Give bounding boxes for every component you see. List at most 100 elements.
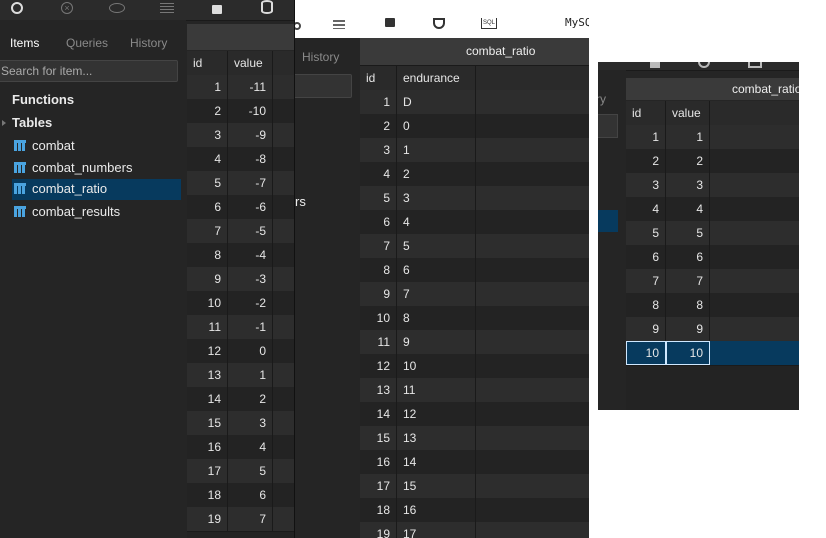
- table-cell[interactable]: -7: [228, 171, 273, 195]
- tree-item-fragment[interactable]: rs: [295, 194, 306, 209]
- sidebar-item-combat[interactable]: combat: [14, 136, 174, 156]
- table-row[interactable]: 7 -5: [187, 219, 294, 244]
- table-cell[interactable]: 4: [187, 147, 228, 171]
- table-row[interactable]: 86: [360, 258, 589, 283]
- sidebar-item-combat-results[interactable]: combat_results: [14, 202, 174, 222]
- table-cell[interactable]: 1: [228, 363, 273, 387]
- table-row[interactable]: 42: [360, 162, 589, 187]
- table-cell[interactable]: 7: [187, 219, 228, 243]
- table-cell[interactable]: -2: [228, 291, 273, 315]
- table-cell[interactable]: 19: [187, 507, 228, 531]
- table-row[interactable]: 3 -9: [187, 123, 294, 148]
- table-row[interactable]: 10 -2: [187, 291, 294, 316]
- section-tables[interactable]: Tables: [2, 113, 52, 133]
- table-cell[interactable]: 4: [666, 197, 710, 221]
- table-row[interactable]: 1 -11: [187, 75, 294, 100]
- database-icon[interactable]: [261, 0, 273, 14]
- table-cell[interactable]: 10: [626, 341, 666, 365]
- lock-icon[interactable]: [650, 62, 660, 68]
- table-cell[interactable]: 18: [187, 483, 228, 507]
- table-row[interactable]: 22: [626, 149, 799, 174]
- selected-item-fragment[interactable]: [598, 210, 618, 232]
- database-icon[interactable]: [698, 62, 710, 68]
- table-row[interactable]: 44: [626, 197, 799, 222]
- table-cell[interactable]: 10: [666, 341, 710, 365]
- collapse-arrow-icon[interactable]: [2, 120, 6, 126]
- sidebar-item-combat-numbers[interactable]: combat_numbers: [14, 158, 174, 178]
- close-circle-icon[interactable]: ×: [61, 2, 73, 14]
- table-row[interactable]: 19 7: [187, 507, 294, 532]
- table-row[interactable]: 8 -4: [187, 243, 294, 268]
- table-cell[interactable]: 9: [187, 267, 228, 291]
- history-tab[interactable]: History: [302, 50, 339, 64]
- table-row[interactable]: 9 -3: [187, 267, 294, 292]
- sql-icon[interactable]: [748, 62, 762, 68]
- table-cell[interactable]: 3: [397, 186, 476, 210]
- table-cell[interactable]: -10: [228, 99, 273, 123]
- table-cell[interactable]: 4: [397, 210, 476, 234]
- table-cell[interactable]: -8: [228, 147, 273, 171]
- table-cell[interactable]: 2: [666, 149, 710, 173]
- table-row[interactable]: 2 -10: [187, 99, 294, 124]
- table-row[interactable]: 15 3: [187, 411, 294, 436]
- tab-queries[interactable]: Queries: [66, 36, 108, 50]
- table-cell[interactable]: 6: [187, 195, 228, 219]
- table-cell[interactable]: 4: [228, 435, 273, 459]
- table-cell[interactable]: 12: [360, 354, 397, 378]
- table-cell[interactable]: 2: [228, 387, 273, 411]
- table-cell[interactable]: 5: [360, 186, 397, 210]
- table-cell[interactable]: 16: [187, 435, 228, 459]
- column-header-value[interactable]: value: [228, 51, 273, 75]
- table-row[interactable]: 10 10: [626, 341, 799, 366]
- table-row[interactable]: 77: [626, 269, 799, 294]
- table-row[interactable]: 31: [360, 138, 589, 163]
- table-cell[interactable]: 1: [360, 90, 397, 114]
- table-cell[interactable]: 7: [666, 269, 710, 293]
- search-input[interactable]: Search for item...: [0, 60, 178, 82]
- table-cell[interactable]: 9: [626, 317, 666, 341]
- table-cell[interactable]: 11: [360, 330, 397, 354]
- table-cell[interactable]: 2: [626, 149, 666, 173]
- column-header-value[interactable]: value: [666, 101, 710, 125]
- table-cell[interactable]: -4: [228, 243, 273, 267]
- search-input-fragment[interactable]: [295, 74, 352, 98]
- tab-items[interactable]: Items: [10, 36, 39, 50]
- list-icon[interactable]: [333, 20, 345, 29]
- table-cell[interactable]: 7: [626, 269, 666, 293]
- table-row[interactable]: 53: [360, 186, 589, 211]
- middle-data-grid[interactable]: id endurance 1 D 2 0 3 1 4 2 5 3 6 4 7 5 8 6 9 7 10 8 11 9 12 10 1…: [360, 66, 589, 538]
- table-cell[interactable]: 12: [397, 402, 476, 426]
- table-cell[interactable]: -3: [228, 267, 273, 291]
- table-cell[interactable]: 3: [626, 173, 666, 197]
- search-input-fragment[interactable]: [598, 114, 618, 138]
- table-cell[interactable]: 8: [187, 243, 228, 267]
- table-row[interactable]: 13 11: [360, 378, 589, 403]
- table-cell[interactable]: 1: [187, 75, 228, 99]
- table-cell[interactable]: 7: [360, 234, 397, 258]
- table-cell[interactable]: 6: [626, 245, 666, 269]
- table-row[interactable]: 14 12: [360, 402, 589, 427]
- column-header-id[interactable]: id: [187, 51, 228, 75]
- history-tab-fragment[interactable]: ry: [598, 92, 606, 106]
- table-row[interactable]: 19 17: [360, 522, 589, 538]
- table-cell[interactable]: 19: [360, 522, 397, 538]
- table-cell[interactable]: 3: [360, 138, 397, 162]
- table-cell[interactable]: 15: [360, 426, 397, 450]
- table-cell[interactable]: 0: [228, 339, 273, 363]
- table-row[interactable]: 33: [626, 173, 799, 198]
- table-cell[interactable]: 15: [397, 474, 476, 498]
- table-cell[interactable]: 7: [397, 282, 476, 306]
- table-cell[interactable]: 10: [360, 306, 397, 330]
- table-row[interactable]: 13 1: [187, 363, 294, 388]
- table-cell[interactable]: -11: [228, 75, 273, 99]
- table-cell[interactable]: 6: [397, 258, 476, 282]
- table-cell[interactable]: 4: [626, 197, 666, 221]
- table-cell[interactable]: 14: [360, 402, 397, 426]
- table-row[interactable]: 75: [360, 234, 589, 259]
- table-cell[interactable]: 9: [397, 330, 476, 354]
- table-cell[interactable]: -9: [228, 123, 273, 147]
- table-row[interactable]: 99: [626, 317, 799, 342]
- table-cell[interactable]: 3: [228, 411, 273, 435]
- table-row[interactable]: 10 8: [360, 306, 589, 331]
- table-cell[interactable]: 11: [187, 315, 228, 339]
